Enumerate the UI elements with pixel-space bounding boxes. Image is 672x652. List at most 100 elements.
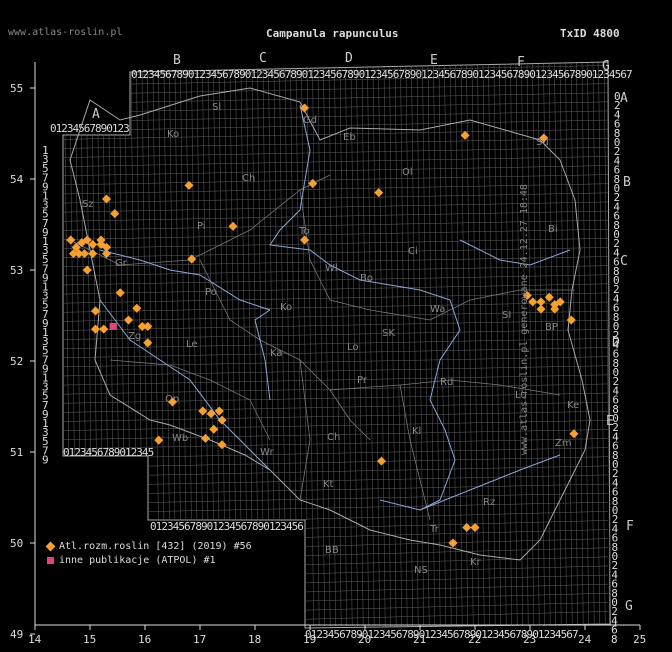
atlas-record-point: [200, 433, 211, 443]
region-label: Kt: [323, 479, 334, 490]
x-tick-label: 24: [578, 633, 592, 646]
region-label: Pi: [197, 221, 206, 232]
region-boundary: [69, 174, 331, 266]
region-label: Ko: [167, 129, 179, 140]
grid-row-letter: G: [625, 599, 633, 614]
atlas-record-point: [143, 321, 153, 331]
region-label: Bo: [360, 273, 373, 284]
region-label: To: [298, 226, 310, 237]
atlas-record-point: [82, 265, 92, 275]
region-label: Rz: [483, 497, 495, 508]
atlas-record-point: [79, 249, 90, 259]
region-label: SK: [382, 328, 395, 339]
region-label: Kl: [412, 426, 421, 437]
region-label: Ch: [327, 432, 340, 443]
atlas-record-point: [115, 288, 125, 298]
grid-index-digits: 0123456789012345678901234567890123456789…: [305, 628, 579, 641]
region-label: Zm: [555, 438, 572, 449]
y-tick-label: 52: [10, 355, 23, 368]
river-line: [254, 309, 271, 401]
legend-atlas-label: Atl.rozm.roslin [432] (2019) #56: [59, 541, 252, 552]
region-label: Ka: [270, 348, 283, 359]
x-tick-label: 19: [303, 633, 316, 646]
y-tick-label: 55: [10, 82, 23, 95]
grid-index-digits: 0123456789012345: [63, 446, 154, 459]
legend-other: inne publikacje (ATPOL) #1: [47, 555, 216, 566]
atlas-record-point: [566, 315, 576, 325]
map-page: www.atlas-roslin.pl Campanula rapunculus…: [0, 0, 672, 652]
region-label: Lo: [347, 342, 359, 353]
region-label: Rd: [440, 377, 453, 388]
grid-column-letter: D: [345, 51, 353, 66]
grid-index-digits: 012345678901234567890123456: [150, 520, 304, 533]
legend-atlas: Atl.rozm.roslin [432] (2019) #56: [45, 541, 252, 552]
x-tick-label: 16: [138, 633, 151, 646]
region-label: Wa: [430, 304, 445, 315]
grid-column-letter: G: [602, 59, 610, 74]
region-label: Wl: [325, 263, 338, 274]
river-line: [379, 454, 561, 511]
atlas-record-point: [187, 254, 197, 264]
region-label: Eb: [343, 132, 356, 143]
grid-row-digit: 9: [42, 453, 49, 466]
generated-caption: www.atlas-roslin.pl generowane 24.12.27 …: [519, 184, 531, 455]
other-record-point: [109, 322, 117, 330]
region-label: SI: [502, 310, 511, 321]
x-tick-label: 18: [248, 633, 261, 646]
grid-row-digit: 8: [611, 633, 618, 646]
atlas-record-point: [110, 209, 120, 219]
pink-square-icon: [47, 556, 54, 564]
region-label: BP: [545, 322, 558, 333]
atlas-record-point: [206, 409, 216, 419]
region-label: Pr: [357, 375, 368, 386]
region-label: Gd: [303, 115, 317, 126]
region-label: Le: [186, 339, 198, 350]
region-label: Wb: [172, 433, 188, 444]
atlas-record-point: [374, 188, 384, 198]
region-label: Po: [205, 287, 217, 298]
atlas-record-point: [217, 415, 227, 425]
region-label: NS: [414, 565, 428, 576]
grid-row-letter: A: [620, 91, 628, 106]
x-tick-label: 20: [358, 633, 371, 646]
grid-index-digits: 01234567890123: [50, 122, 130, 135]
grid-column-letter: B: [173, 53, 181, 68]
grid-column-letter: C: [259, 51, 267, 66]
x-tick-label: 23: [523, 633, 536, 646]
atlas-record-point: [376, 456, 387, 466]
region-label: Ol: [402, 167, 413, 178]
y-tick-label: 51: [10, 446, 23, 459]
region-label: Ko: [280, 302, 292, 313]
atlas-record-point: [66, 235, 76, 245]
region-label: Bi: [548, 224, 558, 235]
y-tick-label: 49: [10, 628, 23, 641]
atlas-record-point: [90, 324, 101, 334]
x-tick-label: 25: [633, 633, 646, 646]
grid-column-letter: E: [430, 53, 438, 68]
atlas-record-point: [123, 315, 134, 325]
orange-diamond-icon: [45, 541, 56, 551]
x-tick-label: 17: [193, 633, 206, 646]
region-label: Ch: [242, 173, 255, 184]
legend-other-label: inne publikacje (ATPOL) #1: [59, 555, 216, 566]
grid-row-letter: B: [623, 175, 631, 190]
grid-row-letter: C: [620, 254, 628, 269]
atlas-record-point: [228, 221, 238, 231]
grid-column-letter: F: [517, 55, 525, 70]
y-tick-label: 54: [10, 173, 24, 186]
atlas-record-point: [198, 406, 208, 416]
atlas-record-point: [217, 440, 227, 450]
region-boundary: [199, 259, 371, 441]
region-label: Wr: [260, 447, 274, 458]
x-tick-label: 14: [28, 633, 42, 646]
region-label: BB: [325, 545, 339, 556]
x-tick-label: 15: [83, 633, 96, 646]
region-label: Tr: [429, 524, 440, 535]
region-label: Sz: [82, 199, 94, 210]
region-label: Ci: [408, 246, 418, 257]
x-tick-label: 21: [413, 633, 426, 646]
y-tick-label: 53: [10, 264, 23, 277]
atlas-record-point: [448, 538, 458, 548]
region-label: Kr: [470, 557, 482, 568]
atlas-record-point: [96, 235, 106, 245]
